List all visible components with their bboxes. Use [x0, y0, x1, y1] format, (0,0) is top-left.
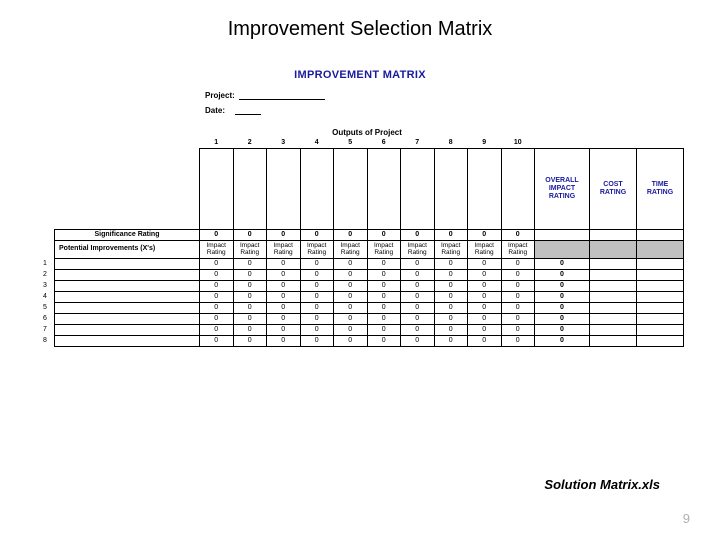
col-num: 5 — [334, 138, 368, 149]
table-row: 5 0000000000 0 — [36, 302, 684, 313]
impact-rating-col: Impact Rating — [401, 241, 435, 258]
impact-rating-col: Impact Rating — [434, 241, 468, 258]
matrix-table: Outputs of Project 1 2 3 4 5 6 7 8 9 10 … — [36, 127, 684, 347]
col-num: 7 — [401, 138, 435, 149]
table-row: 8 0000000000 0 — [36, 335, 684, 346]
meta-block: Project: Date: — [205, 91, 720, 115]
impact-rating-col: Impact Rating — [367, 241, 401, 258]
col-num: 9 — [468, 138, 502, 149]
table-row: 6 0000000000 0 — [36, 313, 684, 324]
header-overall-impact: OVERALL IMPACT RATING — [535, 149, 590, 230]
impact-rating-col: Impact Rating — [334, 241, 368, 258]
table-row: 1 0000000000 0 — [36, 258, 684, 269]
date-blank-line — [235, 106, 261, 115]
sig-val: 0 — [501, 230, 535, 241]
sig-val: 0 — [300, 230, 334, 241]
footer-filename: Solution Matrix.xls — [544, 477, 660, 492]
col-num: 10 — [501, 138, 535, 149]
impact-rating-col: Impact Rating — [501, 241, 535, 258]
table-row: 4 0000000000 0 — [36, 291, 684, 302]
sig-val: 0 — [200, 230, 234, 241]
page-title: Improvement Selection Matrix — [0, 0, 720, 41]
impact-rating-col: Impact Rating — [233, 241, 267, 258]
sig-val: 0 — [401, 230, 435, 241]
significance-rating-label: Significance Rating — [55, 230, 200, 241]
matrix-title: IMPROVEMENT MATRIX — [0, 69, 720, 81]
col-num: 6 — [367, 138, 401, 149]
row-num: 3 — [36, 280, 55, 291]
row-num: 1 — [36, 258, 55, 269]
row-num: 8 — [36, 335, 55, 346]
matrix-table-wrap: Outputs of Project 1 2 3 4 5 6 7 8 9 10 … — [36, 127, 684, 347]
outputs-header: Outputs of Project — [200, 127, 535, 138]
col-num: 1 — [200, 138, 234, 149]
header-time-rating: TIME RATING — [637, 149, 684, 230]
row-num: 4 — [36, 291, 55, 302]
sig-val: 0 — [468, 230, 502, 241]
sig-val: 0 — [233, 230, 267, 241]
page-number: 9 — [683, 511, 690, 526]
sig-val: 0 — [367, 230, 401, 241]
col-num: 4 — [300, 138, 334, 149]
header-cost-rating: COST RATING — [590, 149, 637, 230]
table-row: 7 0000000000 0 — [36, 324, 684, 335]
impact-rating-col: Impact Rating — [468, 241, 502, 258]
impact-rating-col: Impact Rating — [300, 241, 334, 258]
sig-val: 0 — [334, 230, 368, 241]
project-blank-line — [239, 91, 325, 100]
table-row: 3 0000000000 0 — [36, 280, 684, 291]
sig-val: 0 — [434, 230, 468, 241]
potential-improvements-label: Potential Improvements (X's) — [55, 241, 200, 258]
row-num: 6 — [36, 313, 55, 324]
project-label: Project: — [205, 91, 235, 100]
row-num: 7 — [36, 324, 55, 335]
impact-rating-col: Impact Rating — [267, 241, 301, 258]
col-num: 8 — [434, 138, 468, 149]
row-num: 5 — [36, 302, 55, 313]
col-num: 3 — [267, 138, 301, 149]
sig-val: 0 — [267, 230, 301, 241]
table-row: 2 0000000000 0 — [36, 269, 684, 280]
row-num: 2 — [36, 269, 55, 280]
col-num: 2 — [233, 138, 267, 149]
date-label: Date: — [205, 106, 225, 115]
impact-rating-col: Impact Rating — [200, 241, 234, 258]
